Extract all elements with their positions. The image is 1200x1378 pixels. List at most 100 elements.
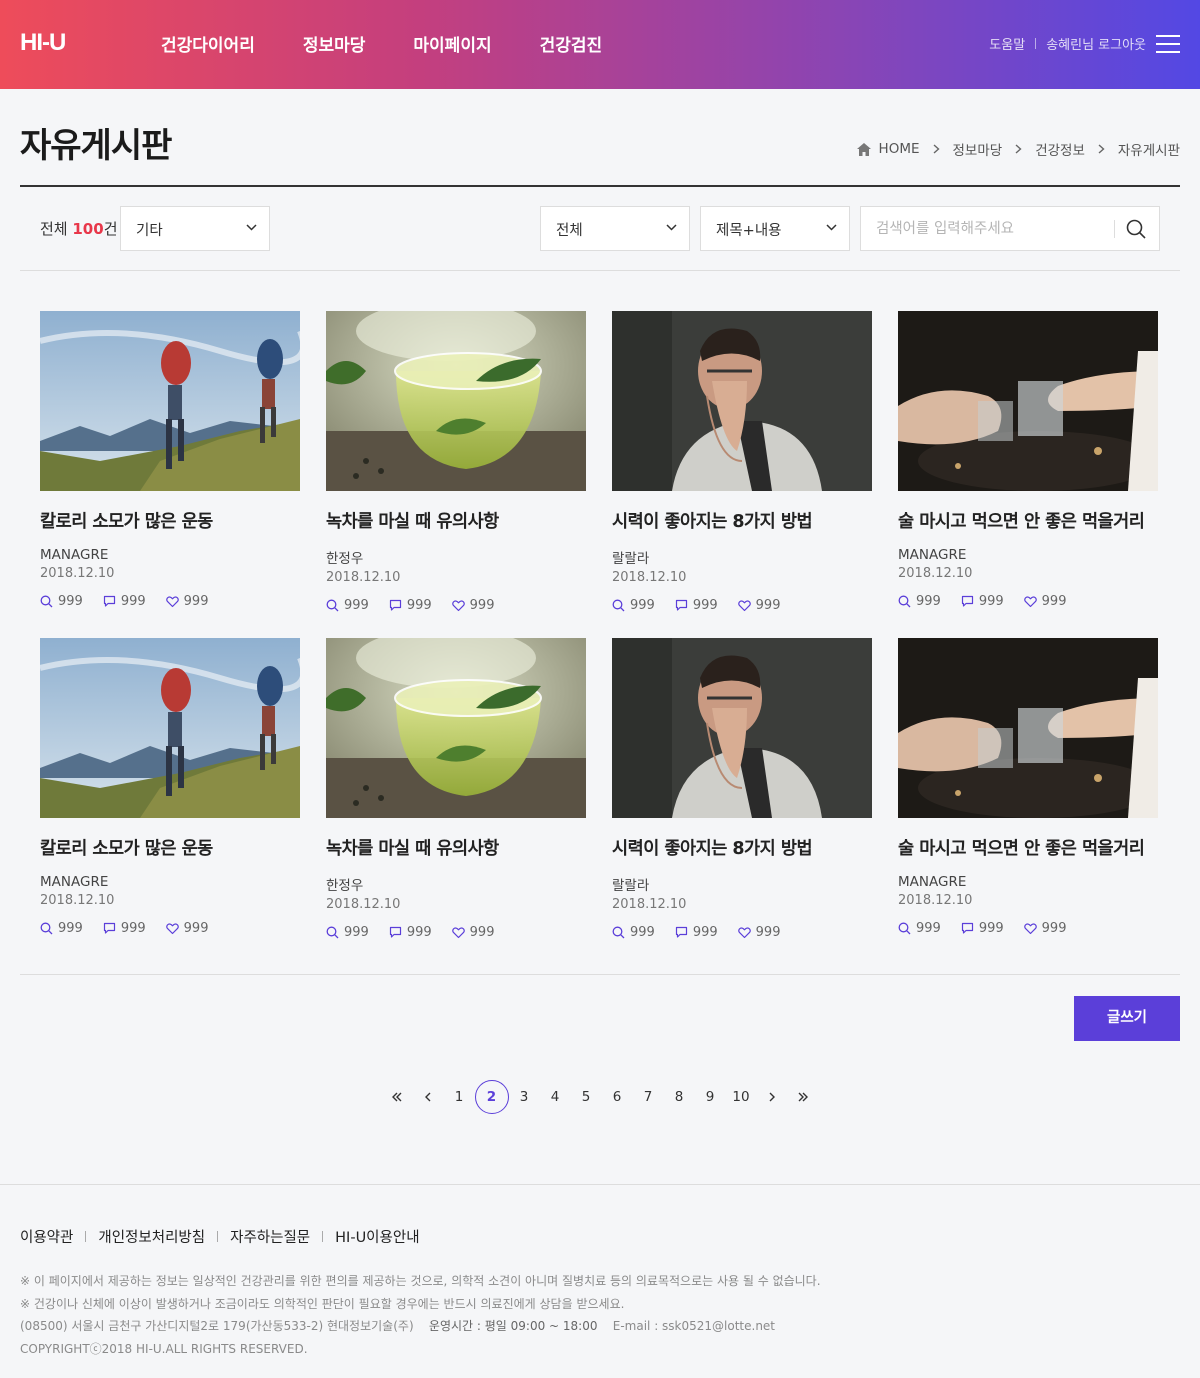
- page-numbers: 1 2 3 4 5 6 7 8 9 10: [444, 1080, 757, 1114]
- footer-link-privacy[interactable]: 개인정보처리방침: [98, 1226, 205, 1247]
- help-link[interactable]: 도움말: [989, 34, 1025, 53]
- view-icon: [898, 595, 911, 608]
- footer-link-guide[interactable]: HI-U이용안내: [335, 1226, 419, 1247]
- page-number[interactable]: 5: [571, 1080, 602, 1114]
- page-number[interactable]: 10: [726, 1080, 757, 1114]
- like-count[interactable]: 999: [165, 594, 208, 609]
- post-author: 한정우: [326, 878, 364, 894]
- post-title[interactable]: 녹차를 마실 때 유의사항: [326, 508, 586, 533]
- divider: [1114, 220, 1115, 238]
- view-icon: [326, 926, 339, 939]
- breadcrumb-health-info[interactable]: 건강정보: [1035, 139, 1085, 159]
- post-card[interactable]: 술 마시고 먹으면 안 좋은 먹을거리 MANAGRE 2018.12.10 999 9…: [898, 311, 1158, 609]
- page-number[interactable]: 1: [444, 1080, 475, 1114]
- scope-select[interactable]: 전체: [540, 206, 690, 251]
- logo[interactable]: HI-U: [20, 29, 66, 57]
- breadcrumb-home[interactable]: HOME: [879, 141, 920, 157]
- post-card[interactable]: 녹차를 마실 때 유의사항 한정우 2018.12.10 999 999 999: [326, 638, 586, 940]
- post-author: 랄랄라: [612, 551, 650, 567]
- like-count[interactable]: 999: [451, 598, 494, 613]
- last-page-button[interactable]: [788, 1080, 819, 1114]
- post-card[interactable]: 녹차를 마실 때 유의사항 한정우 2018.12.10 999 999 999: [326, 311, 586, 613]
- nav-item-mypage[interactable]: 마이페이지: [413, 31, 491, 56]
- next-page-button[interactable]: [757, 1080, 788, 1114]
- nav-item-info[interactable]: 정보마당: [303, 31, 366, 56]
- post-thumbnail[interactable]: [40, 638, 300, 818]
- footer-hours: 운영시간 : 평일 09:00 ~ 18:00: [428, 1319, 598, 1333]
- post-thumbnail[interactable]: [898, 638, 1158, 818]
- nav-item-checkup[interactable]: 건강검진: [540, 31, 603, 56]
- post-card[interactable]: 칼로리 소모가 많은 운동 MANAGRE 2018.12.10 999 999 999: [40, 311, 300, 609]
- page-number[interactable]: 4: [540, 1080, 571, 1114]
- like-count[interactable]: 999: [1023, 921, 1066, 936]
- footer-email: E-mail : ssk0521@lotte.net: [612, 1319, 776, 1333]
- footer-link-terms[interactable]: 이용약관: [20, 1226, 73, 1247]
- write-button[interactable]: 글쓰기: [1074, 996, 1180, 1041]
- post-title[interactable]: 시력이 좋아지는 8가지 방법: [612, 508, 872, 533]
- breadcrumb-info[interactable]: 정보마당: [953, 139, 1003, 159]
- like-count[interactable]: 999: [1023, 594, 1066, 609]
- view-count: 999: [326, 925, 369, 940]
- field-select[interactable]: 제목+내용: [700, 206, 850, 251]
- page-number[interactable]: 8: [664, 1080, 695, 1114]
- view-count: 999: [898, 921, 941, 936]
- view-icon: [40, 922, 53, 935]
- page-number[interactable]: 2: [474, 1080, 509, 1114]
- page-number[interactable]: 7: [633, 1080, 664, 1114]
- logout-link[interactable]: 송혜린님 로그아웃: [1046, 34, 1146, 53]
- title-divider: [20, 185, 1180, 187]
- like-count[interactable]: 999: [737, 925, 780, 940]
- divider: [85, 1231, 87, 1242]
- prev-page-button[interactable]: [413, 1080, 444, 1114]
- post-thumbnail[interactable]: [40, 311, 300, 491]
- chevron-down-icon: [826, 224, 837, 231]
- post-title[interactable]: 칼로리 소모가 많은 운동: [40, 508, 300, 533]
- chevron-right-icon: [1015, 144, 1022, 154]
- page-number[interactable]: 3: [509, 1080, 540, 1114]
- search-input[interactable]: [861, 207, 1101, 250]
- post-card[interactable]: 시력이 좋아지는 8가지 방법 랄랄라 2018.12.10 999 999 999: [612, 311, 872, 613]
- nav-item-health-diary[interactable]: 건강다이어리: [161, 31, 255, 56]
- footer-info: ※ 이 페이지에서 제공하는 정보는 일상적인 건강관리를 위한 편의를 제공하…: [20, 1270, 821, 1360]
- post-title[interactable]: 술 마시고 먹으면 안 좋은 먹을거리: [898, 508, 1158, 533]
- view-icon: [612, 926, 625, 939]
- post-date: 2018.12.10: [612, 897, 687, 912]
- first-page-button[interactable]: [382, 1080, 413, 1114]
- page-number[interactable]: 6: [602, 1080, 633, 1114]
- site-header: HI-U 건강다이어리 정보마당 마이페이지 건강검진 도움말 송혜린님 로그아…: [0, 0, 1200, 89]
- chevron-down-icon: [246, 224, 257, 231]
- comment-count: 999: [675, 598, 718, 613]
- menu-icon[interactable]: [1156, 35, 1180, 54]
- post-date: 2018.12.10: [898, 566, 973, 581]
- heart-icon: [737, 927, 751, 939]
- post-title[interactable]: 칼로리 소모가 많은 운동: [40, 835, 300, 860]
- page-title: 자유게시판: [20, 126, 172, 166]
- page-number[interactable]: 9: [695, 1080, 726, 1114]
- post-card[interactable]: 시력이 좋아지는 8가지 방법 랄랄라 2018.12.10 999 999 999: [612, 638, 872, 940]
- comment-icon: [675, 599, 687, 611]
- comment-icon: [103, 595, 115, 607]
- like-count[interactable]: 999: [165, 921, 208, 936]
- post-date: 2018.12.10: [326, 897, 401, 912]
- post-thumbnail[interactable]: [612, 638, 872, 818]
- post-thumbnail[interactable]: [326, 638, 586, 818]
- category-select[interactable]: 기타: [120, 206, 270, 251]
- view-icon: [40, 595, 53, 608]
- post-title[interactable]: 시력이 좋아지는 8가지 방법: [612, 835, 872, 860]
- footer-link-faq[interactable]: 자주하는질문: [230, 1226, 310, 1247]
- comment-icon: [961, 595, 973, 607]
- like-count[interactable]: 999: [737, 598, 780, 613]
- search-icon[interactable]: [1125, 218, 1147, 240]
- post-thumbnail[interactable]: [612, 311, 872, 491]
- post-thumbnail[interactable]: [898, 311, 1158, 491]
- home-icon[interactable]: [856, 142, 871, 156]
- post-thumbnail[interactable]: [326, 311, 586, 491]
- post-title[interactable]: 녹차를 마실 때 유의사항: [326, 835, 586, 860]
- post-title[interactable]: 술 마시고 먹으면 안 좋은 먹을거리: [898, 835, 1158, 860]
- like-count[interactable]: 999: [451, 925, 494, 940]
- post-card[interactable]: 술 마시고 먹으면 안 좋은 먹을거리 MANAGRE 2018.12.10 999 9…: [898, 638, 1158, 936]
- post-card[interactable]: 칼로리 소모가 많은 운동 MANAGRE 2018.12.10 999 999 999: [40, 638, 300, 936]
- view-icon: [898, 922, 911, 935]
- post-date: 2018.12.10: [326, 570, 401, 585]
- view-icon: [326, 599, 339, 612]
